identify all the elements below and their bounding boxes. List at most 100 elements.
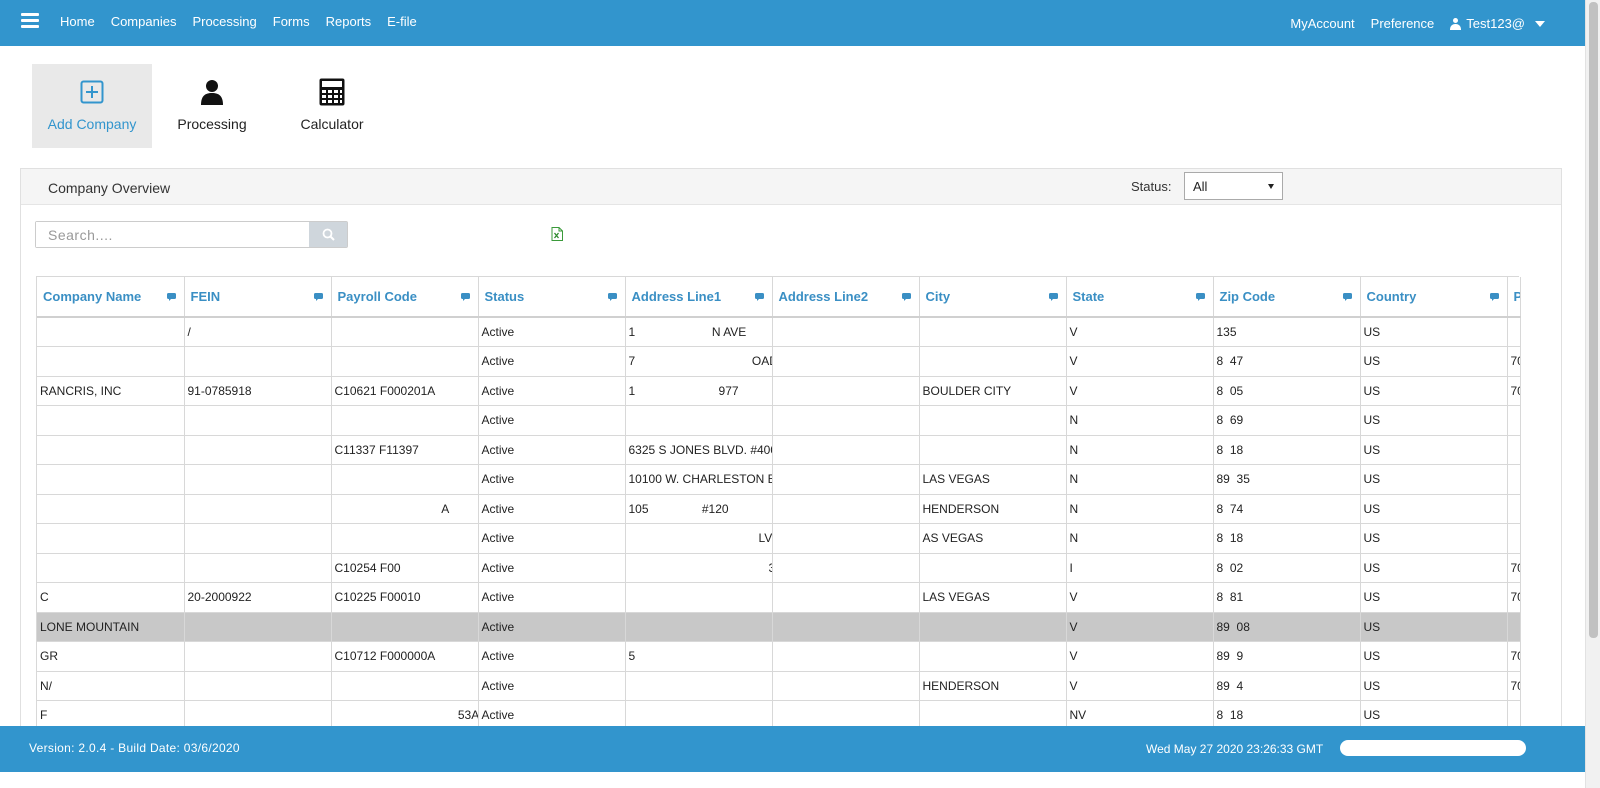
table-cell bbox=[772, 376, 920, 406]
table-row[interactable]: Active7 OAD V8 47US70 bbox=[37, 346, 1521, 377]
table-cell bbox=[184, 671, 332, 701]
table-cell: V bbox=[1066, 582, 1214, 613]
table-cell: OAD bbox=[625, 405, 773, 436]
nav-companies[interactable]: Companies bbox=[111, 14, 177, 29]
table-cell: 70 bbox=[1507, 376, 1521, 406]
column-header[interactable]: FEIN bbox=[184, 277, 332, 318]
table-row[interactable]: Active 10100 W. CHARLESTON B LAS VEGAS N 89 … bbox=[37, 464, 1521, 495]
table-cell: 8 05 bbox=[1213, 376, 1361, 406]
table-row[interactable]: Active LVD. S AS VEGASN8 18US bbox=[37, 523, 1521, 554]
page-scrollbar[interactable] bbox=[1585, 0, 1600, 788]
table-row[interactable]: LONE MOUNTAIN Active VD. V89 08US bbox=[37, 612, 1521, 642]
table-cell bbox=[184, 523, 332, 554]
table-row[interactable]: C11337 F11397 Active 6325 S JONES BLVD. #4… bbox=[37, 435, 1521, 465]
table-cell bbox=[1507, 523, 1521, 554]
table-cell bbox=[37, 346, 185, 377]
nav-efile[interactable]: E-file bbox=[387, 14, 417, 29]
table-cell: N/ bbox=[37, 671, 185, 701]
column-header-label: City bbox=[925, 289, 951, 304]
user-menu[interactable]: Test123@ bbox=[1450, 16, 1545, 31]
column-header[interactable]: State bbox=[1066, 277, 1214, 318]
column-header[interactable]: Country bbox=[1360, 277, 1508, 318]
status-filter-label: Status: bbox=[1131, 179, 1172, 194]
nav-reports[interactable]: Reports bbox=[326, 14, 372, 29]
column-header[interactable]: Payroll Code bbox=[331, 277, 479, 318]
column-menu-icon[interactable] bbox=[1342, 293, 1352, 301]
nav-home[interactable]: Home bbox=[60, 14, 95, 29]
status-filter-select[interactable]: All bbox=[1184, 172, 1283, 200]
table-cell: US bbox=[1360, 553, 1508, 583]
table-cell: LAS VEGAS bbox=[919, 464, 1067, 495]
table-cell bbox=[772, 553, 920, 583]
my-account-link[interactable]: MyAccount bbox=[1290, 16, 1354, 31]
table-cell bbox=[919, 553, 1067, 583]
column-header[interactable]: Company Name bbox=[37, 277, 185, 318]
preference-link[interactable]: Preference bbox=[1371, 16, 1435, 31]
table-cell: S D bbox=[625, 671, 773, 701]
column-header-label: Address Line1 bbox=[631, 289, 722, 304]
table-row[interactable]: C10254 F00Active 30 I8 02US70 bbox=[37, 553, 1521, 583]
search-input[interactable] bbox=[36, 222, 310, 247]
table-cell: LONE MOUNTAIN bbox=[37, 612, 185, 642]
column-menu-icon[interactable] bbox=[313, 293, 323, 301]
top-navbar: Home Companies Processing Forms Reports E-fil… bbox=[0, 0, 1585, 46]
table-cell bbox=[772, 346, 920, 377]
status-filter-value: All bbox=[1193, 179, 1208, 194]
table-cell: 89 4 bbox=[1213, 671, 1361, 701]
table-row[interactable]: N/Active S D HENDERSONV89 4US70 bbox=[37, 671, 1521, 701]
column-menu-icon[interactable] bbox=[901, 293, 911, 301]
panel-title: Company Overview bbox=[48, 180, 171, 196]
scrollbar-thumb[interactable] bbox=[1589, 2, 1598, 638]
table-cell bbox=[919, 612, 1067, 642]
column-header[interactable]: Zip Code bbox=[1213, 277, 1361, 318]
table-cell: C10712 F000000A bbox=[331, 641, 479, 672]
column-menu-icon[interactable] bbox=[1195, 293, 1205, 301]
table-cell bbox=[919, 641, 1067, 672]
table-cell bbox=[184, 346, 332, 377]
panel-header: Company Overview Status: All bbox=[21, 169, 1561, 205]
table-row[interactable]: A Active 105 #120 HENDERSON N 8 74 US bbox=[37, 494, 1521, 524]
table-cell bbox=[919, 435, 1067, 465]
column-menu-icon[interactable] bbox=[166, 293, 176, 301]
calculator-tile[interactable]: Calculator bbox=[272, 64, 392, 148]
table-cell: HENDERSON bbox=[919, 671, 1067, 701]
table-row[interactable]: Active OAD N8 69US bbox=[37, 405, 1521, 436]
add-company-tile[interactable]: Add Company bbox=[32, 64, 152, 148]
column-menu-icon[interactable] bbox=[1489, 293, 1499, 301]
table-cell: C10254 F00 bbox=[331, 553, 479, 583]
column-menu-icon[interactable] bbox=[460, 293, 470, 301]
nav-processing[interactable]: Processing bbox=[192, 14, 256, 29]
search-button[interactable] bbox=[309, 222, 347, 247]
table-cell: 8 74 bbox=[1213, 494, 1361, 524]
table-cell: Active bbox=[478, 553, 626, 583]
table-cell bbox=[772, 464, 920, 495]
excel-export-icon[interactable] bbox=[551, 227, 563, 241]
column-menu-icon[interactable] bbox=[1048, 293, 1058, 301]
column-header[interactable]: P bbox=[1507, 277, 1521, 318]
calculator-icon bbox=[319, 76, 345, 108]
table-row[interactable]: RANCRIS, INC 91-0785918 C10621 F000201A Act… bbox=[37, 376, 1521, 406]
table-row[interactable]: GR C10712 F000000AActive5 V89 9US70 bbox=[37, 641, 1521, 672]
table-cell: 1 977 bbox=[625, 376, 773, 406]
column-header[interactable]: Address Line1 bbox=[625, 277, 773, 318]
column-header[interactable]: City bbox=[919, 277, 1067, 318]
column-header[interactable]: Status bbox=[478, 277, 626, 318]
table-row[interactable]: / Active 1 N AVE V 135 US bbox=[37, 317, 1521, 347]
table-header-row: Company Name FEIN Payroll Code Status Addres… bbox=[37, 277, 1521, 318]
table-row[interactable]: C20-2000922C10225 F00010Active ST LAS VEG… bbox=[37, 582, 1521, 613]
column-header[interactable]: Address Line2 bbox=[772, 277, 920, 318]
table-cell: 8 18 bbox=[1213, 523, 1361, 554]
nav-forms[interactable]: Forms bbox=[273, 14, 310, 29]
table-cell: HENDERSON bbox=[919, 494, 1067, 524]
hamburger-menu-icon[interactable] bbox=[21, 13, 39, 29]
column-menu-icon[interactable] bbox=[607, 293, 617, 301]
processing-tile[interactable]: Processing bbox=[152, 64, 272, 148]
server-timestamp: Wed May 27 2020 23:26:33 GMT bbox=[1146, 742, 1324, 756]
table-cell: RANCRIS, INC bbox=[37, 376, 185, 406]
table-cell: 8 02 bbox=[1213, 553, 1361, 583]
column-menu-icon[interactable] bbox=[754, 293, 764, 301]
search-icon bbox=[322, 228, 335, 241]
table-cell: LVD. S bbox=[625, 523, 773, 554]
table-cell bbox=[1507, 405, 1521, 436]
table-cell: 1 N AVE bbox=[625, 317, 773, 347]
